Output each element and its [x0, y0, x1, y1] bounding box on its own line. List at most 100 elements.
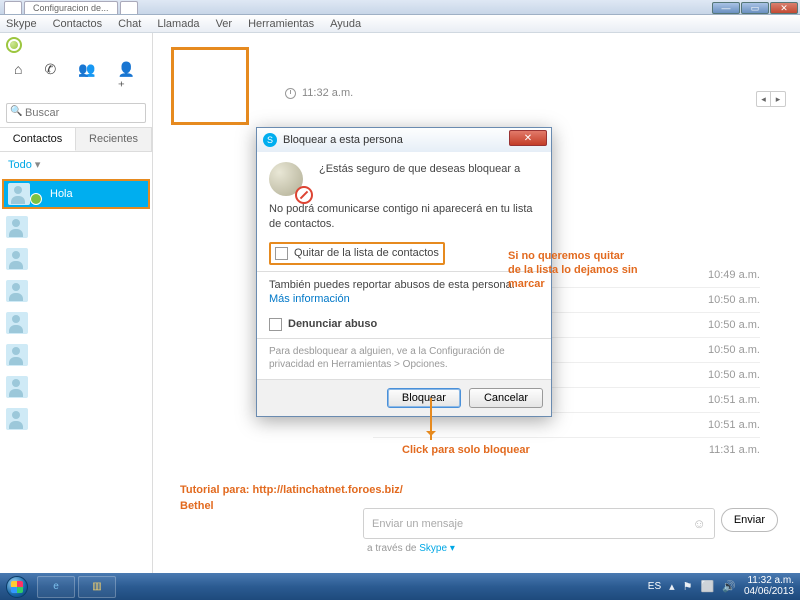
contact-row[interactable]: [0, 211, 152, 243]
menu-ver[interactable]: Ver: [216, 18, 233, 30]
menu-chat[interactable]: Chat: [118, 18, 141, 30]
tab-contactos[interactable]: Contactos: [0, 127, 76, 151]
remove-from-list-checkbox[interactable]: [275, 247, 288, 260]
window-minimize-button[interactable]: —: [712, 2, 740, 14]
menu-ayuda[interactable]: Ayuda: [330, 18, 361, 30]
more-info-link[interactable]: Más información: [269, 292, 539, 307]
annotation-credit1: Tutorial para: http://latinchatnet.foroe…: [180, 484, 403, 498]
sidebar: ⌂ ✆ 👥 👤⁺ Contactos Recientes Todo Hola: [0, 33, 153, 581]
contact-row[interactable]: [0, 371, 152, 403]
message-placeholder: Enviar un mensaje: [372, 518, 463, 530]
task-explorer-icon[interactable]: ▥: [78, 576, 116, 598]
presence-icon[interactable]: [6, 37, 22, 53]
home-icon[interactable]: ⌂: [14, 61, 22, 95]
avatar-icon: [6, 248, 28, 270]
add-contact-icon[interactable]: 👤⁺: [118, 61, 140, 95]
menu-herramientas[interactable]: Herramientas: [248, 18, 314, 30]
browser-tab[interactable]: Configuracion de...: [24, 1, 118, 14]
dialog-explain: No podrá comunicarse contigo ni aparecer…: [269, 202, 539, 232]
tray-flag-icon[interactable]: ⚑: [683, 580, 693, 593]
start-button[interactable]: [0, 573, 34, 600]
remove-from-list-label: Quitar de la lista de contactos: [294, 246, 439, 261]
contact-local-time: 11:32 a.m.: [285, 87, 353, 99]
windows-orb-icon: [6, 576, 28, 598]
status-online-icon: [30, 193, 42, 205]
avatar-icon: [6, 376, 28, 398]
message-input[interactable]: Enviar un mensaje ☺: [363, 508, 715, 539]
dialog-question: ¿Estás seguro de que deseas bloquear a: [269, 162, 539, 177]
avatar-icon: [6, 408, 28, 430]
conversation-nav[interactable]: ◂▸: [756, 91, 786, 107]
block-person-icon: [269, 162, 309, 202]
avatar-icon: [6, 280, 28, 302]
emoji-icon[interactable]: ☺: [693, 516, 706, 531]
skype-icon: S: [263, 133, 277, 147]
contact-row[interactable]: [0, 403, 152, 435]
chat-time: 10:50 a.m.: [708, 319, 760, 331]
avatar-icon: [8, 183, 30, 205]
report-abuse-label: Denunciar abuso: [288, 317, 377, 332]
tray-network-icon[interactable]: ⬜: [701, 580, 715, 593]
contacts-filter[interactable]: Todo: [0, 152, 152, 177]
browser-tab[interactable]: [120, 1, 138, 14]
menu-skype[interactable]: Skype: [6, 18, 37, 30]
annotation-credit2: Bethel: [180, 500, 214, 514]
cancel-button[interactable]: Cancelar: [469, 388, 543, 408]
browser-tab[interactable]: [4, 1, 22, 14]
annotation-click: Click para solo bloquear: [402, 444, 530, 458]
menu-bar: Skype Contactos Chat Llamada Ver Herrami…: [0, 15, 800, 33]
annotation-arrow-icon: [430, 398, 432, 440]
contact-row[interactable]: [0, 275, 152, 307]
browser-chrome: Configuracion de... — ▭ ✕: [0, 0, 800, 15]
window-maximize-button[interactable]: ▭: [741, 2, 769, 14]
time-label: 11:32 a.m.: [302, 87, 353, 99]
menu-llamada[interactable]: Llamada: [157, 18, 199, 30]
tray-volume-icon[interactable]: 🔊: [722, 580, 736, 593]
report-abuse-checkbox[interactable]: [269, 318, 282, 331]
unblock-hint: Para desbloquear a alguien, ve a la Conf…: [269, 345, 539, 371]
dialog-title: Bloquear a esta persona: [283, 134, 403, 146]
contact-row-selected[interactable]: Hola: [2, 179, 150, 209]
system-tray: ES ▴ ⚑ ⬜ 🔊 11:32 a.m. 04/06/2013: [648, 576, 800, 597]
tray-chevron-up-icon[interactable]: ▴: [669, 580, 675, 593]
dialog-close-button[interactable]: ✕: [509, 130, 547, 146]
group-icon[interactable]: 👥: [78, 61, 95, 95]
contact-avatar-large[interactable]: [171, 47, 249, 125]
block-button[interactable]: Bloquear: [387, 388, 461, 408]
clock-icon: [285, 88, 296, 99]
phone-icon[interactable]: ✆: [44, 61, 56, 95]
search-input-wrap: [6, 103, 146, 123]
menu-contactos[interactable]: Contactos: [53, 18, 103, 30]
chat-time: 10:49 a.m.: [708, 269, 760, 281]
chat-time: 10:50 a.m.: [708, 344, 760, 356]
dialog-titlebar[interactable]: S Bloquear a esta persona ✕: [257, 128, 551, 152]
avatar-icon: [6, 344, 28, 366]
contact-name: Hola: [50, 188, 73, 200]
avatar-icon: [6, 312, 28, 334]
tab-recientes[interactable]: Recientes: [76, 127, 152, 151]
via-skype-link[interactable]: Skype ▾: [419, 543, 455, 554]
taskbar-clock[interactable]: 11:32 a.m. 04/06/2013: [744, 576, 794, 597]
chat-time: 10:50 a.m.: [708, 369, 760, 381]
search-input[interactable]: [6, 103, 146, 123]
contact-row[interactable]: [0, 243, 152, 275]
send-button[interactable]: Enviar: [721, 508, 778, 532]
chat-time: 10:51 a.m.: [708, 394, 760, 406]
chevron-right-icon[interactable]: ▸: [771, 92, 785, 106]
contact-row[interactable]: [0, 307, 152, 339]
compose-area: Enviar un mensaje ☺ a través de Skype ▾ …: [363, 508, 778, 554]
task-ie-icon[interactable]: e: [37, 576, 75, 598]
chat-time: 11:31 a.m.: [709, 444, 760, 456]
window-close-button[interactable]: ✕: [770, 2, 798, 14]
report-intro: También puedes reportar abusos de esta p…: [269, 278, 539, 293]
annotation-keep: Si no queremos quitar de la lista lo dej…: [508, 250, 638, 291]
chevron-left-icon[interactable]: ◂: [757, 92, 771, 106]
via-label: a través de Skype ▾: [363, 543, 715, 554]
contact-row[interactable]: [0, 339, 152, 371]
chat-time: 10:51 a.m.: [708, 419, 760, 431]
taskbar: e ▥ ES ▴ ⚑ ⬜ 🔊 11:32 a.m. 04/06/2013: [0, 573, 800, 600]
taskbar-date: 04/06/2013: [744, 587, 794, 598]
lang-indicator[interactable]: ES: [648, 581, 661, 592]
taskbar-time: 11:32 a.m.: [744, 576, 794, 587]
chat-time: 10:50 a.m.: [708, 294, 760, 306]
